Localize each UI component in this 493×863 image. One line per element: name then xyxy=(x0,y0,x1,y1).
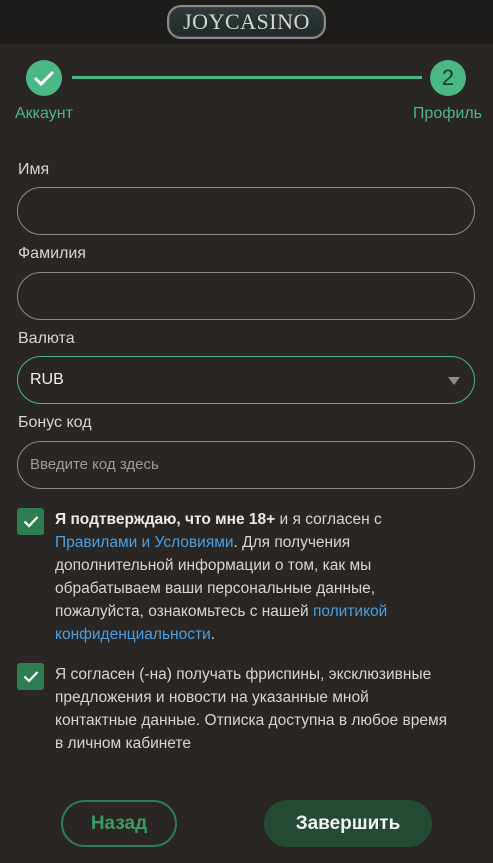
step-account-indicator xyxy=(26,60,62,96)
terms-text-part: и я согласен с xyxy=(275,511,382,528)
chevron-down-icon xyxy=(448,377,460,385)
terms-consent-text: Я подтверждаю, что мне 18+ и я согласен … xyxy=(55,508,415,646)
age-confirmation-text: Я подтверждаю, что мне 18+ xyxy=(55,511,276,528)
finish-button[interactable]: Завершить xyxy=(264,800,432,847)
last-name-input[interactable] xyxy=(17,272,475,320)
marketing-checkbox[interactable] xyxy=(17,663,44,690)
currency-select[interactable]: RUB xyxy=(17,356,475,404)
step-account-label: Аккаунт xyxy=(15,105,73,122)
first-name-input[interactable] xyxy=(17,187,475,235)
registration-stepper: 2 Аккаунт Профиль xyxy=(0,60,493,130)
step-progress-line xyxy=(72,76,422,79)
check-icon xyxy=(23,516,38,528)
bonus-code-label: Бонус код xyxy=(18,414,92,431)
last-name-label: Фамилия xyxy=(18,245,86,262)
currency-value: RUB xyxy=(30,371,64,388)
check-icon xyxy=(33,70,55,87)
currency-label: Валюта xyxy=(18,330,75,347)
marketing-consent-text: Я согласен (-на) получать фриспины, экск… xyxy=(55,666,448,752)
terms-checkbox[interactable] xyxy=(17,508,44,535)
first-name-label: Имя xyxy=(18,161,50,178)
step-profile-indicator: 2 xyxy=(430,60,466,96)
joycasino-logo[interactable]: JOYCASINO xyxy=(167,5,326,39)
bonus-code-input[interactable] xyxy=(17,441,475,489)
check-icon xyxy=(23,671,38,683)
back-button[interactable]: Назад xyxy=(61,800,177,847)
terms-text-part: . xyxy=(210,626,216,643)
top-bar: JOYCASINO xyxy=(0,0,493,44)
step-profile-label: Профиль xyxy=(412,105,482,122)
terms-conditions-link[interactable]: Правилами и Условиями xyxy=(55,534,234,551)
